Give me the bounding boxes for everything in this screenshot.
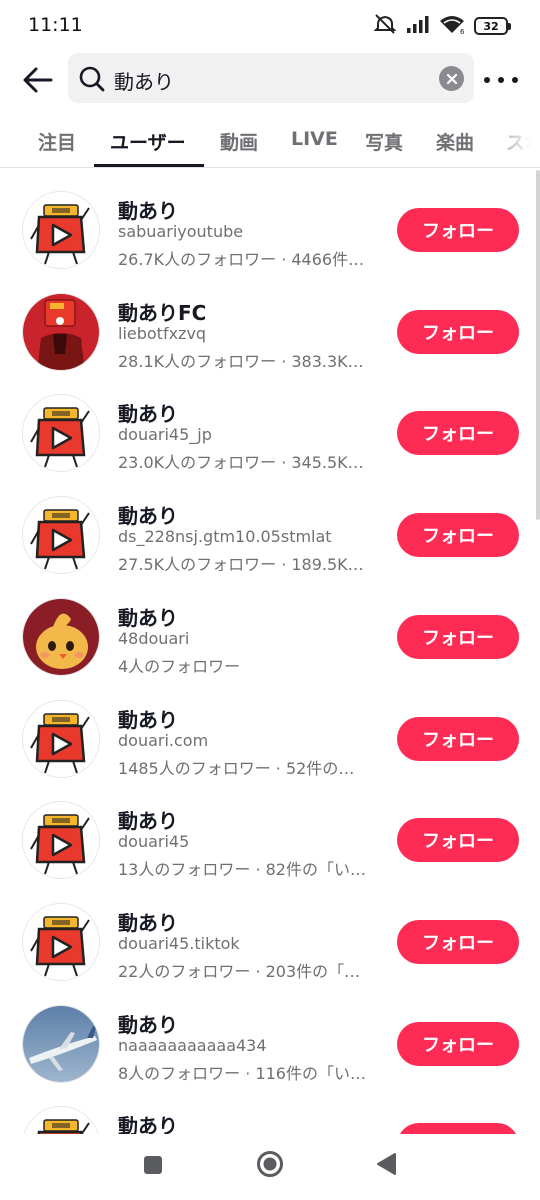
avatar[interactable] [22,394,100,473]
user-name: 動あり [118,504,178,529]
user-name: 動あり [118,809,178,834]
user-name: 動ありFC [118,300,207,325]
follow-button[interactable]: フォロー [397,716,519,761]
follow-button[interactable]: フォロー [397,309,519,354]
tab-users[interactable]: ユーザー [110,128,186,155]
user-handle: douari.com [118,730,209,750]
user-stats: 27.5K人のフォロワー · 189.5K… [118,555,364,575]
avatar[interactable] [22,597,100,676]
user-row[interactable]: 動あり douari45 13人のフォロワー · 82件の「い… フォロー [0,778,540,880]
status-icons: 6 32 [373,13,511,39]
back-button[interactable] [18,62,58,98]
user-handle: sabuariyoutube [118,222,244,241]
user-stats: 26.7K人のフォロワー · 4466件… [118,250,365,269]
follow-button[interactable]: フォロー [397,1021,519,1066]
user-handle: douari45_jp [118,425,212,445]
avatar[interactable] [22,191,100,269]
user-name: 動あり [118,707,178,732]
back-triangle-icon[interactable] [375,1152,397,1180]
user-name: 動あり [118,1012,178,1037]
status-bar: 11:11 6 32 [0,0,540,52]
user-stats: 23.0K人のフォロワー · 345.5K… [118,453,364,473]
user-stats: 4人のフォロワー [118,656,241,676]
tab-live[interactable]: LIVE [291,128,338,150]
user-stats: 8人のフォロワー · 116件の「い… [118,1063,366,1083]
search-header: 動あり [0,52,540,108]
user-row[interactable]: 動あり douari45.tiktok 22人のフォロワー · 203件の「… フォロ… [0,880,540,981]
follow-button[interactable]: フォロー [397,818,519,863]
user-handle: naaaaaaaaaaa434 [118,1035,267,1055]
search-tabs: 注目 ユーザー 動画 LIVE 写真 楽曲 スポ [0,116,540,168]
clear-button[interactable] [439,66,464,91]
avatar[interactable] [22,292,100,371]
user-stats: 28.1K人のフォロワー · 383.3K… [118,351,364,371]
battery-icon: 32 [474,17,511,35]
tab-fade [480,116,540,166]
avatar[interactable] [22,1106,100,1134]
user-row[interactable]: 動あり sabuariyoutube 26.7K人のフォロワー · 4466件… フォ… [0,168,540,269]
user-row[interactable]: 動ありFC liebotfxzvq 28.1K人のフォロワー · 383.3K… フォ… [0,270,540,371]
user-handle: douari45.tiktok [118,933,240,953]
search-query[interactable]: 動あり [114,66,174,95]
mute-icon [373,13,397,39]
avatar[interactable] [22,902,100,981]
tab-photos[interactable]: 写真 [365,128,403,155]
wifi-icon: 6 [439,14,465,38]
user-name: 動あり [118,605,178,630]
user-row[interactable]: 動あり 48douari 4人のフォロワー フォロー [0,575,540,676]
user-row[interactable]: 動あり フォロー [0,1083,540,1134]
user-name: 動あり [118,1114,178,1134]
search-input[interactable]: 動あり [68,53,474,103]
battery-level: 32 [483,19,499,33]
user-row[interactable]: 動あり douari.com 1485人のフォロワー · 52件の… フォロー [0,677,540,778]
user-handle: ds_228nsj.gtm10.05stmlat [118,527,332,547]
follow-button[interactable]: フォロー [397,411,519,456]
avatar[interactable] [22,801,100,880]
user-name: 動あり [118,402,178,427]
user-row[interactable]: 動あり douari45_jp 23.0K人のフォロワー · 345.5K… フォロー [0,371,540,473]
avatar[interactable] [22,699,100,778]
back-arrow-icon [23,67,53,93]
search-icon [79,66,105,92]
avatar[interactable] [22,1004,100,1083]
follow-button[interactable]: フォロー [397,614,519,659]
user-name: 動あり [118,910,178,935]
user-handle: douari45 [118,832,190,852]
home-circle-icon[interactable] [256,1150,284,1182]
follow-button[interactable]: フォロー [397,919,519,964]
user-handle: 48douari [118,628,190,648]
user-list: 動あり sabuariyoutube 26.7K人のフォロワー · 4466件… フォ… [0,168,540,1134]
tab-featured[interactable]: 注目 [38,128,76,155]
avatar[interactable] [22,496,100,575]
follow-button[interactable]: フォロー [397,1123,519,1134]
user-name: 動あり [118,199,178,223]
recents-square-icon[interactable] [143,1155,163,1179]
follow-button[interactable]: フォロー [397,208,519,252]
clear-icon [446,73,457,84]
user-stats: 13人のフォロワー · 82件の「い… [118,860,366,880]
system-nav-bar [0,1134,540,1200]
svg-text:6: 6 [460,28,465,34]
signal-icon [406,14,430,38]
user-stats: 22人のフォロワー · 203件の「… [118,961,361,981]
more-icon[interactable] [484,66,518,94]
status-time: 11:11 [28,14,83,36]
follow-button[interactable]: フォロー [397,513,519,558]
scroll-indicator[interactable] [536,170,540,520]
tab-music[interactable]: 楽曲 [436,128,474,155]
user-handle: liebotfxzvq [118,323,207,343]
user-row[interactable]: 動あり ds_228nsj.gtm10.05stmlat 27.5K人のフォロワー … [0,473,540,575]
user-row[interactable]: 動あり naaaaaaaaaaa434 8人のフォロワー · 116件の「い… フォロ… [0,982,540,1083]
tab-videos[interactable]: 動画 [220,128,258,155]
user-stats: 1485人のフォロワー · 52件の… [118,758,355,778]
active-tab-indicator [94,164,204,167]
